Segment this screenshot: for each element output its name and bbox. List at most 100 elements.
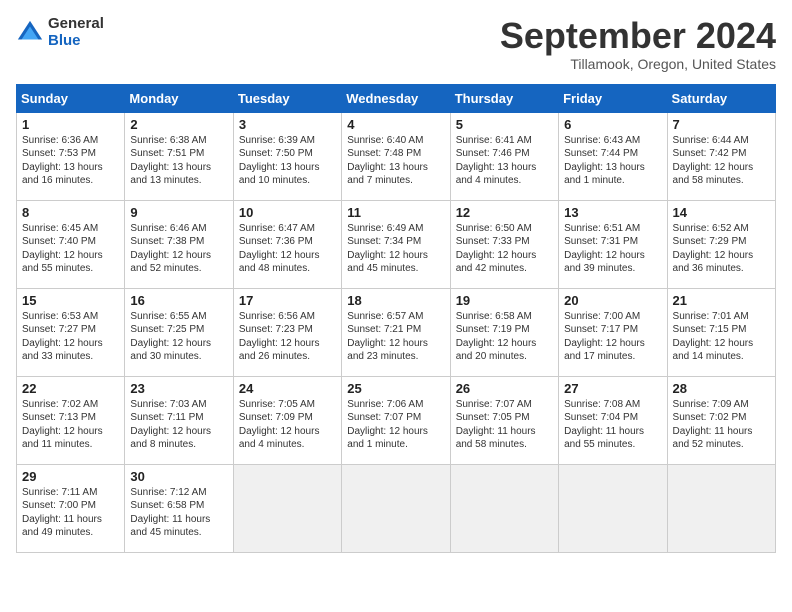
day-info: Sunrise: 7:09 AM Sunset: 7:02 PM Dayligh… — [673, 398, 770, 452]
calendar-day-cell: 11 Sunrise: 6:49 AM Sunset: 7:34 PM Dayli… — [342, 200, 450, 288]
day-number: 21 — [673, 293, 770, 308]
calendar-week-row: 15 Sunrise: 6:53 AM Sunset: 7:27 PM Dayli… — [17, 288, 776, 376]
calendar-day-cell: 30 Sunrise: 7:12 AM Sunset: 6:58 PM Dayli… — [125, 464, 233, 552]
day-info: Sunrise: 6:47 AM Sunset: 7:36 PM Dayligh… — [239, 222, 336, 276]
calendar-day-cell: 26 Sunrise: 7:07 AM Sunset: 7:05 PM Dayli… — [450, 376, 558, 464]
calendar-day-cell — [233, 464, 341, 552]
day-number: 15 — [22, 293, 119, 308]
day-info: Sunrise: 6:45 AM Sunset: 7:40 PM Dayligh… — [22, 222, 119, 276]
weekday-header-cell: Thursday — [450, 84, 558, 112]
day-number: 10 — [239, 205, 336, 220]
calendar-day-cell — [342, 464, 450, 552]
day-number: 25 — [347, 381, 444, 396]
day-number: 6 — [564, 117, 661, 132]
day-info: Sunrise: 6:46 AM Sunset: 7:38 PM Dayligh… — [130, 222, 227, 276]
calendar-week-row: 29Sunrise: 7:11 AM Sunset: 7:00 PM Dayli… — [17, 464, 776, 552]
day-info: Sunrise: 7:05 AM Sunset: 7:09 PM Dayligh… — [239, 398, 336, 452]
day-number: 22 — [22, 381, 119, 396]
weekday-header-cell: Monday — [125, 84, 233, 112]
day-info: Sunrise: 7:06 AM Sunset: 7:07 PM Dayligh… — [347, 398, 444, 452]
calendar-day-cell: 3Sunrise: 6:39 AM Sunset: 7:50 PM Daylig… — [233, 112, 341, 200]
calendar-day-cell: 10 Sunrise: 6:47 AM Sunset: 7:36 PM Dayli… — [233, 200, 341, 288]
day-info: Sunrise: 6:36 AM Sunset: 7:53 PM Dayligh… — [22, 134, 119, 188]
calendar-day-cell: 21Sunrise: 7:01 AM Sunset: 7:15 PM Dayli… — [667, 288, 775, 376]
weekday-header-cell: Wednesday — [342, 84, 450, 112]
day-number: 13 — [564, 205, 661, 220]
calendar-day-cell: 24 Sunrise: 7:05 AM Sunset: 7:09 PM Dayli… — [233, 376, 341, 464]
weekday-header-cell: Friday — [559, 84, 667, 112]
calendar-day-cell: 22 Sunrise: 7:02 AM Sunset: 7:13 PM Dayli… — [17, 376, 125, 464]
calendar-day-cell: 8Sunrise: 6:45 AM Sunset: 7:40 PM Daylig… — [17, 200, 125, 288]
day-info: Sunrise: 6:58 AM Sunset: 7:19 PM Dayligh… — [456, 310, 553, 364]
title-block: September 2024 Tillamook, Oregon, United… — [500, 16, 776, 72]
day-info: Sunrise: 6:50 AM Sunset: 7:33 PM Dayligh… — [456, 222, 553, 276]
calendar-day-cell: 25 Sunrise: 7:06 AM Sunset: 7:07 PM Dayli… — [342, 376, 450, 464]
day-number: 9 — [130, 205, 227, 220]
day-info: Sunrise: 6:52 AM Sunset: 7:29 PM Dayligh… — [673, 222, 770, 276]
calendar-day-cell: 27 Sunrise: 7:08 AM Sunset: 7:04 PM Dayli… — [559, 376, 667, 464]
day-number: 18 — [347, 293, 444, 308]
day-info: Sunrise: 6:41 AM Sunset: 7:46 PM Dayligh… — [456, 134, 553, 188]
day-info: Sunrise: 6:53 AM Sunset: 7:27 PM Dayligh… — [22, 310, 119, 364]
day-info: Sunrise: 6:43 AM Sunset: 7:44 PM Dayligh… — [564, 134, 661, 188]
day-number: 11 — [347, 205, 444, 220]
calendar-day-cell: 13 Sunrise: 6:51 AM Sunset: 7:31 PM Dayli… — [559, 200, 667, 288]
calendar-day-cell: 7 Sunrise: 6:44 AM Sunset: 7:42 PM Daylig… — [667, 112, 775, 200]
day-info: Sunrise: 7:02 AM Sunset: 7:13 PM Dayligh… — [22, 398, 119, 452]
page-header: General Blue September 2024 Tillamook, O… — [16, 16, 776, 72]
weekday-header-cell: Sunday — [17, 84, 125, 112]
day-info: Sunrise: 6:44 AM Sunset: 7:42 PM Dayligh… — [673, 134, 770, 188]
day-number: 26 — [456, 381, 553, 396]
day-number: 16 — [130, 293, 227, 308]
calendar-day-cell: 5Sunrise: 6:41 AM Sunset: 7:46 PM Daylig… — [450, 112, 558, 200]
day-number: 29 — [22, 469, 119, 484]
calendar-day-cell: 4 Sunrise: 6:40 AM Sunset: 7:48 PM Daylig… — [342, 112, 450, 200]
calendar-week-row: 22 Sunrise: 7:02 AM Sunset: 7:13 PM Dayli… — [17, 376, 776, 464]
day-info: Sunrise: 7:12 AM Sunset: 6:58 PM Dayligh… — [130, 486, 227, 540]
calendar-day-cell — [559, 464, 667, 552]
calendar-day-cell — [450, 464, 558, 552]
day-info: Sunrise: 7:00 AM Sunset: 7:17 PM Dayligh… — [564, 310, 661, 364]
day-info: Sunrise: 7:03 AM Sunset: 7:11 PM Dayligh… — [130, 398, 227, 452]
day-info: Sunrise: 6:40 AM Sunset: 7:48 PM Dayligh… — [347, 134, 444, 188]
logo-blue-text: Blue — [48, 33, 104, 50]
day-number: 23 — [130, 381, 227, 396]
month-title: September 2024 — [500, 16, 776, 56]
calendar-day-cell: 19Sunrise: 6:58 AM Sunset: 7:19 PM Dayli… — [450, 288, 558, 376]
calendar-day-cell: 20 Sunrise: 7:00 AM Sunset: 7:17 PM Dayli… — [559, 288, 667, 376]
calendar-day-cell: 1 Sunrise: 6:36 AM Sunset: 7:53 PM Daylig… — [17, 112, 125, 200]
day-number: 14 — [673, 205, 770, 220]
day-info: Sunrise: 6:49 AM Sunset: 7:34 PM Dayligh… — [347, 222, 444, 276]
calendar-day-cell: 23 Sunrise: 7:03 AM Sunset: 7:11 PM Dayli… — [125, 376, 233, 464]
day-number: 2 — [130, 117, 227, 132]
calendar-day-cell — [667, 464, 775, 552]
day-number: 27 — [564, 381, 661, 396]
logo-icon — [16, 19, 44, 47]
day-info: Sunrise: 6:56 AM Sunset: 7:23 PM Dayligh… — [239, 310, 336, 364]
calendar-day-cell: 16Sunrise: 6:55 AM Sunset: 7:25 PM Dayli… — [125, 288, 233, 376]
day-number: 1 — [22, 117, 119, 132]
weekday-header-cell: Tuesday — [233, 84, 341, 112]
day-number: 7 — [673, 117, 770, 132]
calendar-day-cell: 2 Sunrise: 6:38 AM Sunset: 7:51 PM Daylig… — [125, 112, 233, 200]
day-info: Sunrise: 7:07 AM Sunset: 7:05 PM Dayligh… — [456, 398, 553, 452]
calendar-day-cell: 6 Sunrise: 6:43 AM Sunset: 7:44 PM Daylig… — [559, 112, 667, 200]
day-number: 30 — [130, 469, 227, 484]
day-number: 12 — [456, 205, 553, 220]
day-number: 20 — [564, 293, 661, 308]
calendar-day-cell: 14 Sunrise: 6:52 AM Sunset: 7:29 PM Dayli… — [667, 200, 775, 288]
logo-general-text: General — [48, 16, 104, 33]
calendar-day-cell: 18 Sunrise: 6:57 AM Sunset: 7:21 PM Dayli… — [342, 288, 450, 376]
day-number: 4 — [347, 117, 444, 132]
calendar-day-cell: 28 Sunrise: 7:09 AM Sunset: 7:02 PM Dayli… — [667, 376, 775, 464]
calendar-week-row: 1 Sunrise: 6:36 AM Sunset: 7:53 PM Daylig… — [17, 112, 776, 200]
calendar-day-cell: 17Sunrise: 6:56 AM Sunset: 7:23 PM Dayli… — [233, 288, 341, 376]
day-info: Sunrise: 7:08 AM Sunset: 7:04 PM Dayligh… — [564, 398, 661, 452]
day-info: Sunrise: 6:39 AM Sunset: 7:50 PM Dayligh… — [239, 134, 336, 188]
day-info: Sunrise: 6:57 AM Sunset: 7:21 PM Dayligh… — [347, 310, 444, 364]
calendar-table: SundayMondayTuesdayWednesdayThursdayFrid… — [16, 84, 776, 553]
day-number: 28 — [673, 381, 770, 396]
day-info: Sunrise: 6:38 AM Sunset: 7:51 PM Dayligh… — [130, 134, 227, 188]
day-number: 24 — [239, 381, 336, 396]
day-info: Sunrise: 6:51 AM Sunset: 7:31 PM Dayligh… — [564, 222, 661, 276]
